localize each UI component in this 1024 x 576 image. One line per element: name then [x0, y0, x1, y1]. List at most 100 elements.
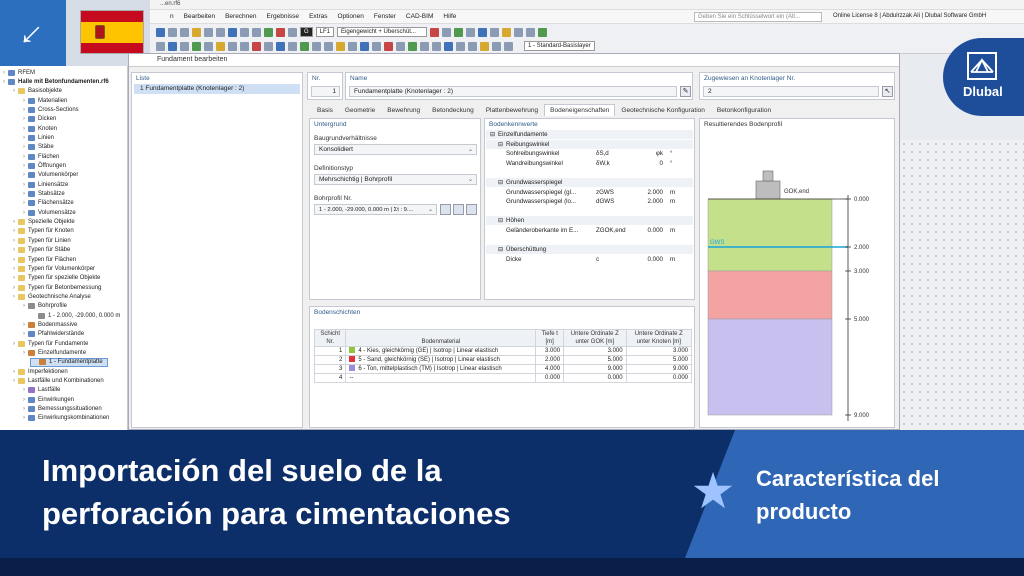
save-icon[interactable] — [180, 27, 189, 37]
cancel-icon[interactable] — [384, 41, 393, 51]
tab[interactable]: Betonkonfiguration — [711, 104, 777, 116]
tree-item[interactable]: › Spezielle Objekte — [10, 218, 75, 227]
tree-item[interactable]: › Halle mit Betonfundamenten.rf6 — [0, 77, 109, 86]
arrow-icon[interactable] — [430, 27, 440, 37]
tab[interactable]: Geometrie — [339, 104, 381, 116]
collapse-icon[interactable]: ⊟ — [498, 246, 503, 253]
collapse-icon[interactable]: ⊟ — [498, 179, 503, 186]
dimension-icon[interactable] — [336, 41, 345, 51]
collapse-icon[interactable]: ⊟ — [490, 131, 495, 138]
expand-icon[interactable]: › — [20, 172, 28, 178]
tree-item[interactable]: › Typen für Volumenkörper — [10, 264, 95, 273]
tree-item[interactable]: 1 - Fundamentplatte — [30, 357, 108, 367]
layer-material[interactable]: 6 - Ton, mittelplastisch (TM) | Isotrop … — [345, 364, 537, 374]
expand-icon[interactable]: › — [20, 406, 28, 412]
expand-icon[interactable]: › — [10, 88, 18, 94]
tree-item[interactable]: › Stabsätze — [20, 190, 65, 199]
list-item[interactable]: 1 Fundamentplatte (Knotenlager : 2) — [134, 84, 300, 94]
tree-item[interactable]: › Flächen — [20, 152, 59, 161]
expand-icon[interactable]: › — [0, 70, 8, 76]
expand-icon[interactable]: › — [20, 116, 28, 122]
menu-item[interactable]: Optionen — [337, 13, 363, 20]
table-row[interactable]: 4 -- 0.000 0.000 0.000 — [313, 373, 693, 383]
layer-t[interactable]: 2.000 — [535, 355, 565, 365]
member-tool-icon[interactable] — [192, 41, 201, 51]
expand-icon[interactable]: › — [20, 154, 28, 160]
tree-item[interactable]: › Linien — [20, 133, 54, 142]
ucs-icon[interactable] — [324, 41, 333, 51]
expand-icon[interactable]: › — [0, 79, 8, 85]
tree-item[interactable]: › Materialien — [20, 96, 67, 105]
info-icon[interactable] — [396, 41, 405, 51]
menu-item[interactable]: Berechnen — [225, 13, 256, 20]
animation-icon[interactable] — [502, 27, 512, 37]
expand-icon[interactable]: › — [20, 303, 28, 309]
grid-icon[interactable] — [240, 27, 249, 37]
search-input[interactable]: Geben Sie ein Schlüsselwort ein (Alt... — [694, 12, 822, 22]
tab[interactable]: Bodeneigenschaften — [544, 104, 616, 116]
layer-z2[interactable]: 0.000 — [625, 373, 693, 383]
expand-icon[interactable]: › — [20, 135, 28, 141]
redo-icon[interactable] — [216, 27, 225, 37]
tree-item[interactable]: › RFEM — [0, 68, 35, 77]
layer-z2[interactable]: 9.000 — [625, 364, 693, 374]
collapse-icon[interactable]: ⊟ — [498, 141, 503, 148]
parameter-row[interactable]: Grundwasserspiegel (gl... zGWS 2.000 m — [486, 188, 693, 197]
expand-icon[interactable]: › — [10, 266, 18, 272]
tree-item[interactable]: › Volumenkörper — [20, 171, 78, 180]
tree-item[interactable]: › Bemessungssituationen — [20, 405, 102, 414]
tab[interactable]: Geotechnische Konfiguration — [615, 104, 710, 116]
loadcase-select[interactable]: Eigengewicht + Überschüt... — [337, 27, 428, 37]
check-icon[interactable] — [538, 27, 548, 37]
layer-material[interactable]: 5 - Sand, gleichkörnig (SE) | Isotrop | … — [345, 355, 537, 365]
layer-z2[interactable]: 5.000 — [625, 355, 693, 365]
parameter-row[interactable]: Sohlreibungswinkel δS,d φk ° — [486, 149, 693, 158]
tree-item[interactable]: › Typen für Knoten — [10, 227, 74, 236]
expand-icon[interactable]: › — [20, 210, 28, 216]
borehole-select[interactable]: 1 - 2.000, -29.000, 0.000 m | Σt : 9....… — [314, 204, 437, 215]
expand-icon[interactable]: › — [10, 247, 18, 253]
ground-select[interactable]: Konsolidiert ⌄ — [314, 144, 477, 155]
parameter-row[interactable]: Wandreibungswinkel δW,k 0 ° — [486, 159, 693, 168]
definition-select[interactable]: Mehrschichtig | Bohrprofil ⌄ — [314, 174, 477, 185]
layer-z1[interactable]: 0.000 — [563, 373, 627, 383]
layer-material[interactable]: -- — [345, 373, 537, 383]
parameter-row[interactable]: Dicke c 0.000 m — [486, 255, 693, 264]
open-icon[interactable] — [168, 27, 177, 37]
print-icon[interactable] — [192, 27, 201, 37]
results-icon[interactable] — [276, 27, 285, 37]
section-view-icon[interactable] — [360, 41, 369, 51]
layer-z1[interactable]: 3.000 — [563, 346, 627, 356]
tree-item[interactable]: › Volumensätze — [20, 208, 76, 217]
tree-item[interactable]: › Typen für Flächen — [10, 255, 76, 264]
tab[interactable]: Bewehrung — [381, 104, 426, 116]
expand-icon[interactable]: › — [10, 369, 18, 375]
line-tool-icon[interactable] — [180, 41, 189, 51]
lighting-icon[interactable] — [468, 41, 477, 51]
loadcase-id[interactable]: LF1 — [315, 27, 335, 37]
assigned-field[interactable]: 2 — [703, 86, 879, 97]
tab[interactable]: Basis — [311, 104, 339, 116]
deform-icon[interactable] — [454, 27, 464, 37]
calculate-icon[interactable] — [264, 27, 273, 37]
table-icon[interactable] — [252, 27, 261, 37]
new-icon[interactable] — [156, 27, 165, 37]
expand-icon[interactable]: › — [20, 322, 28, 328]
expand-icon[interactable]: › — [20, 126, 28, 132]
tree-item[interactable]: › Flächensätze — [20, 199, 74, 208]
menu-item[interactable]: Bearbeiten — [184, 13, 215, 20]
expand-icon[interactable]: › — [10, 378, 18, 384]
expand-icon[interactable]: › — [20, 350, 28, 356]
tree-item[interactable]: › Öffnungen — [20, 162, 66, 171]
delete-icon[interactable] — [252, 41, 261, 51]
tree-item[interactable]: › Basisobjekte — [10, 87, 62, 96]
expand-icon[interactable]: › — [10, 294, 18, 300]
copy-icon[interactable] — [264, 41, 273, 51]
parameter-row[interactable]: Grundwasserspiegel (lo... dGWS 2.000 m — [486, 197, 693, 206]
tree-item[interactable]: › Pfahlwiderstände — [20, 330, 84, 339]
tree-item[interactable]: › Bohrprofile — [20, 302, 67, 311]
panel-icon[interactable] — [504, 41, 513, 51]
expand-icon[interactable]: › — [20, 191, 28, 197]
wire-icon[interactable] — [432, 41, 441, 51]
expand-icon[interactable]: › — [20, 98, 28, 104]
